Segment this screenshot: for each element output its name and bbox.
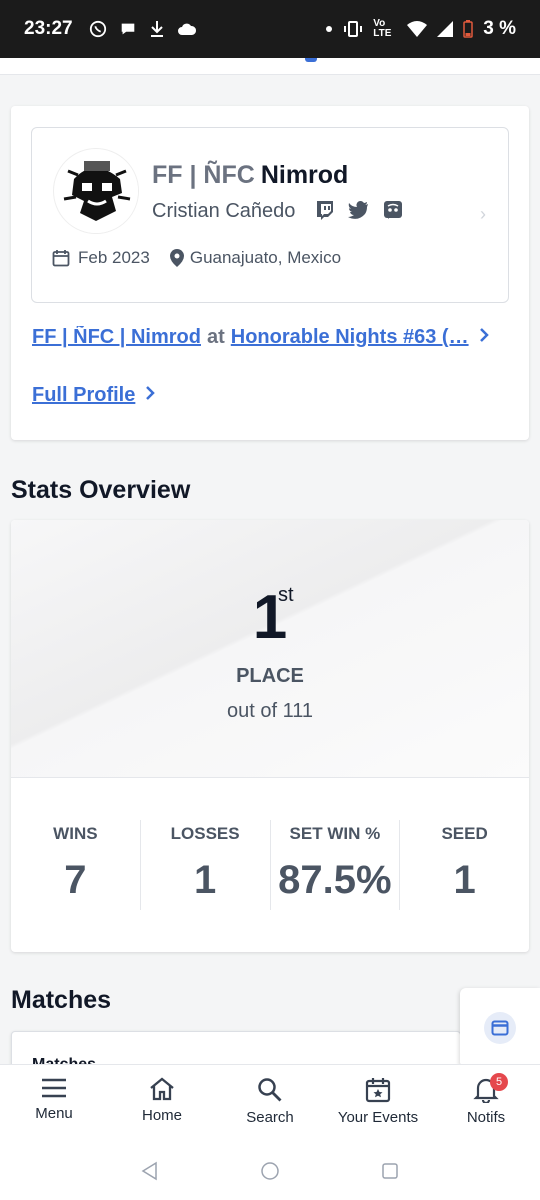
wifi-icon: [407, 21, 428, 37]
nav-home[interactable]: Home: [108, 1065, 216, 1146]
notification-dot-icon: [325, 25, 333, 33]
placement-panel: 1 st PLACE out of 111: [11, 520, 529, 778]
chevron-right-icon: [145, 384, 156, 407]
network-type: Vo LTE: [373, 18, 392, 39]
top-tab-strip: [0, 58, 540, 75]
bottom-nav: Menu Home Search Your Events 5 Notifs: [0, 1064, 540, 1146]
stat-label: SET WIN %: [289, 824, 381, 843]
avatar: [53, 148, 139, 234]
twitter-icon[interactable]: [348, 199, 370, 221]
nav-label: Your Events: [337, 1109, 419, 1126]
gamer-tag: Nimrod: [260, 161, 349, 189]
placement-label: PLACE: [236, 665, 304, 687]
stat-value: 87.5%: [278, 858, 392, 902]
floating-panel-button[interactable]: [460, 988, 540, 1064]
home-icon: [149, 1077, 175, 1101]
calendar-star-icon: [365, 1077, 391, 1103]
event-name-link[interactable]: Honorable Nights #63 (…: [231, 326, 469, 349]
stat-losses: LOSSES 1: [141, 820, 271, 910]
status-time: 23:27: [24, 18, 73, 39]
home-circle-icon[interactable]: [260, 1161, 280, 1186]
nav-notifs[interactable]: 5 Notifs: [432, 1065, 540, 1146]
discord-icon[interactable]: [382, 199, 404, 221]
entrant-card[interactable]: FF | ÑFC Nimrod Cristian Cañedo › Feb 20…: [31, 127, 509, 303]
entrant-date: Feb 2023: [78, 248, 150, 267]
battery-icon: [463, 20, 473, 38]
nav-menu[interactable]: Menu: [0, 1065, 108, 1146]
vibrate-icon: [343, 20, 363, 38]
placement-number: 1: [252, 583, 288, 652]
stats-row: WINS 7 LOSSES 1 SET WIN % 87.5% SEED 1: [11, 820, 529, 910]
stat-wins: WINS 7: [11, 820, 141, 910]
stat-label: SEED: [441, 824, 488, 843]
chevron-right-icon: ›: [480, 204, 486, 224]
entrant-meta: Feb 2023 Guanajuato, Mexico: [52, 248, 341, 268]
stat-value: 1: [453, 858, 476, 902]
menu-icon: [41, 1077, 67, 1099]
stat-label: LOSSES: [170, 824, 240, 843]
stats-overview-title: Stats Overview: [11, 476, 191, 504]
real-name: Cristian Cañedo: [152, 200, 296, 222]
location-pin-icon: [169, 249, 184, 267]
social-links: [314, 199, 404, 221]
nav-search[interactable]: Search: [216, 1065, 324, 1146]
whatsapp-icon: [89, 20, 107, 38]
stats-card: 1 st PLACE out of 111 WINS 7 LOSSES 1 SE…: [11, 520, 529, 952]
search-icon: [257, 1077, 283, 1103]
stat-value: 7: [64, 858, 87, 902]
full-profile-label[interactable]: Full Profile: [32, 384, 135, 407]
download-icon: [149, 20, 165, 38]
placement-out-of: out of 111: [227, 700, 313, 722]
nav-label: Menu: [35, 1105, 73, 1122]
matches-title: Matches: [11, 986, 112, 1014]
cloud-icon: [177, 22, 197, 36]
event-entrant-link[interactable]: FF | ÑFC | Nimrod at Honorable Nights #6…: [32, 326, 502, 349]
at-text: at: [206, 326, 225, 348]
page-content[interactable]: FF | ÑFC Nimrod Cristian Cañedo › Feb 20…: [0, 58, 540, 1064]
signal-icon: [437, 21, 454, 37]
calendar-icon: [52, 249, 70, 267]
stat-seed: SEED 1: [400, 820, 529, 910]
nav-label: Home: [141, 1107, 182, 1124]
stat-value: 1: [194, 858, 217, 902]
system-nav-bar: [0, 1146, 540, 1200]
full-profile-link[interactable]: Full Profile: [32, 384, 156, 407]
recents-icon[interactable]: [380, 1161, 400, 1186]
window-icon: [484, 1012, 516, 1044]
entrant-location: Guanajuato, Mexico: [189, 248, 342, 267]
gamer-tag-line: FF | ÑFC Nimrod: [152, 161, 348, 190]
nav-label: Search: [246, 1109, 294, 1126]
battery-percent: 3 %: [483, 18, 516, 39]
chat-bubble-icon: [119, 20, 137, 38]
stat-label: WINS: [53, 824, 98, 843]
twitch-icon[interactable]: [314, 199, 336, 221]
placement-suffix: st: [278, 584, 294, 606]
notification-badge: 5: [490, 1073, 508, 1091]
status-bar: 23:27 Vo LTE 3 %: [0, 0, 540, 58]
matches-card: Matches: [11, 1031, 461, 1064]
nav-your-events[interactable]: Your Events: [324, 1065, 432, 1146]
entrant-name-link[interactable]: FF | ÑFC | Nimrod: [32, 326, 201, 349]
profile-card: FF | ÑFC Nimrod Cristian Cañedo › Feb 20…: [11, 106, 529, 440]
chevron-right-icon: [479, 326, 489, 349]
nav-label: Notifs: [466, 1109, 506, 1126]
sponsor-prefix: FF | ÑFC: [152, 161, 255, 189]
stat-set-win-percent: SET WIN % 87.5%: [271, 820, 401, 910]
matches-sub-label: Matches: [32, 1056, 96, 1064]
back-icon[interactable]: [140, 1161, 160, 1186]
